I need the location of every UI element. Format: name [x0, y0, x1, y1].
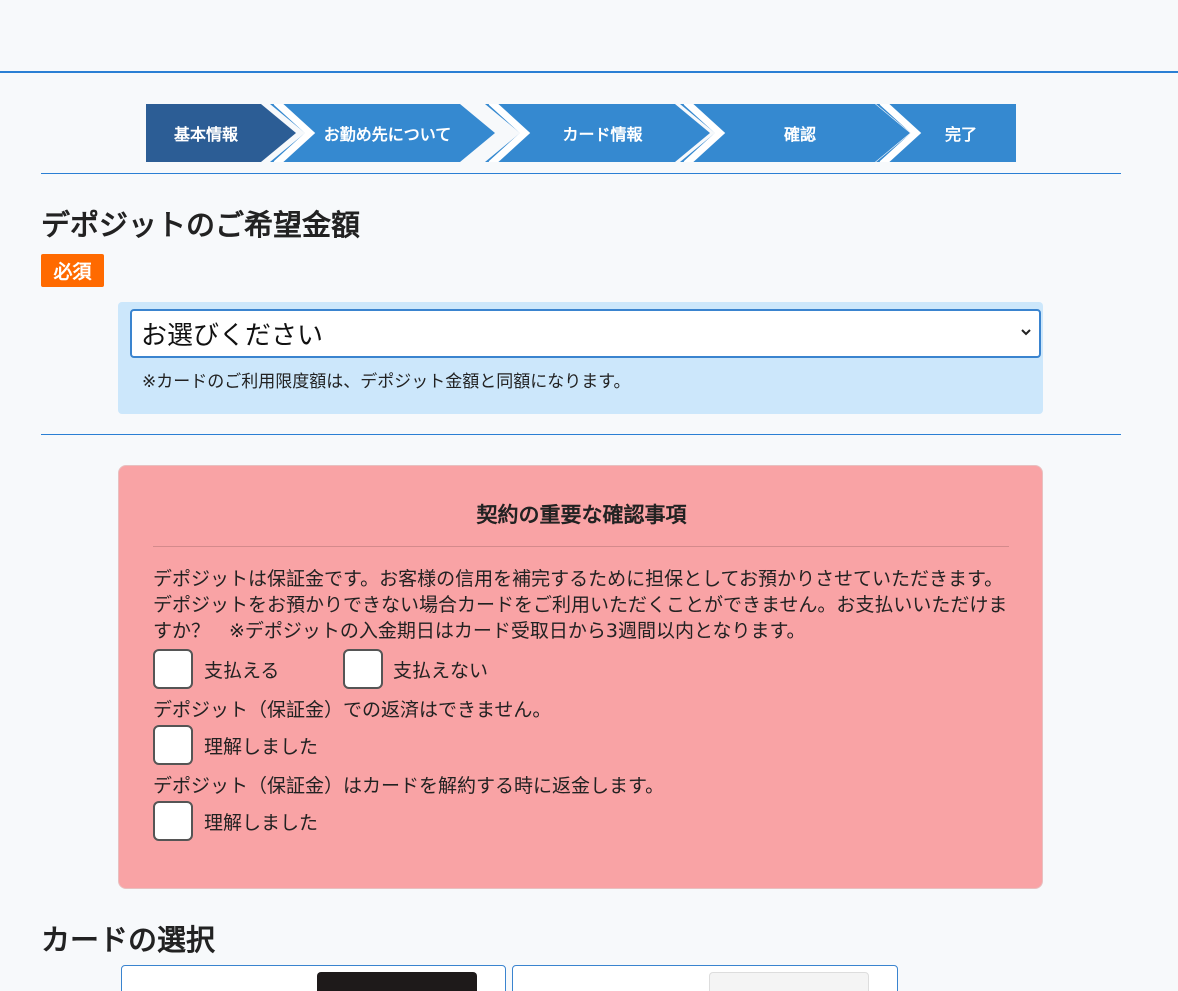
step-label: 確認 — [783, 125, 816, 144]
understood-checkbox-2[interactable] — [153, 801, 193, 841]
step-label: カード情報 — [562, 125, 643, 144]
black-card-image — [317, 972, 477, 991]
can-pay-checkbox[interactable] — [153, 649, 193, 689]
required-badge: 必須 — [41, 254, 104, 287]
step-label: 基本情報 — [173, 125, 238, 144]
divider — [153, 546, 1009, 547]
cannot-pay-checkbox[interactable] — [343, 649, 383, 689]
step-label: お勤め先について — [323, 125, 452, 144]
understood-label-1: 理解しました — [204, 736, 319, 758]
step-progress-bar: 基本情報 お勤め先について カード情報 確認 完了 — [146, 104, 1016, 162]
deposit-title: デポジットのご希望金額 — [41, 208, 361, 242]
card-option-white[interactable] — [512, 965, 898, 991]
step-employment: お勤め先について — [270, 104, 495, 162]
can-pay-label: 支払える — [204, 660, 280, 682]
select-value: お選びください — [141, 321, 324, 351]
deposit-select-panel: お選びください ※カードのご利用限度額は、デポジット金額と同額になります。 — [118, 302, 1043, 414]
chevron-down-icon — [1021, 329, 1031, 336]
card-selection-title: カードの選択 — [41, 923, 216, 957]
step-label: 完了 — [944, 125, 977, 144]
card-option-black[interactable] — [121, 965, 506, 991]
limit-note: ※カードのご利用限度額は、デポジット金額と同額になります。 — [142, 372, 631, 392]
white-card-image — [709, 972, 869, 991]
step-complete: 完了 — [876, 104, 1016, 162]
deposit-amount-select[interactable]: お選びください — [130, 309, 1041, 358]
no-repayment-statement: デポジット（保証金）での返済はできません。 — [153, 699, 552, 721]
divider — [41, 173, 1121, 174]
refund-statement: デポジット（保証金）はカードを解約する時に返金します。 — [153, 775, 665, 797]
top-header-bar — [0, 0, 1178, 73]
divider — [41, 434, 1121, 435]
cannot-pay-label: 支払えない — [393, 660, 489, 682]
step-card-info: カード情報 — [485, 104, 710, 162]
confirmation-title: 契約の重要な確認事項 — [476, 503, 687, 527]
important-confirmation-box: 契約の重要な確認事項 デポジットは保証金です。お客様の信用を補完するために担保と… — [118, 465, 1043, 889]
understood-checkbox-1[interactable] — [153, 725, 193, 765]
deposit-explanation: デポジットは保証金です。お客様の信用を補完するために担保としてお預かりさせていた… — [153, 568, 1008, 642]
understood-label-2: 理解しました — [204, 812, 319, 834]
